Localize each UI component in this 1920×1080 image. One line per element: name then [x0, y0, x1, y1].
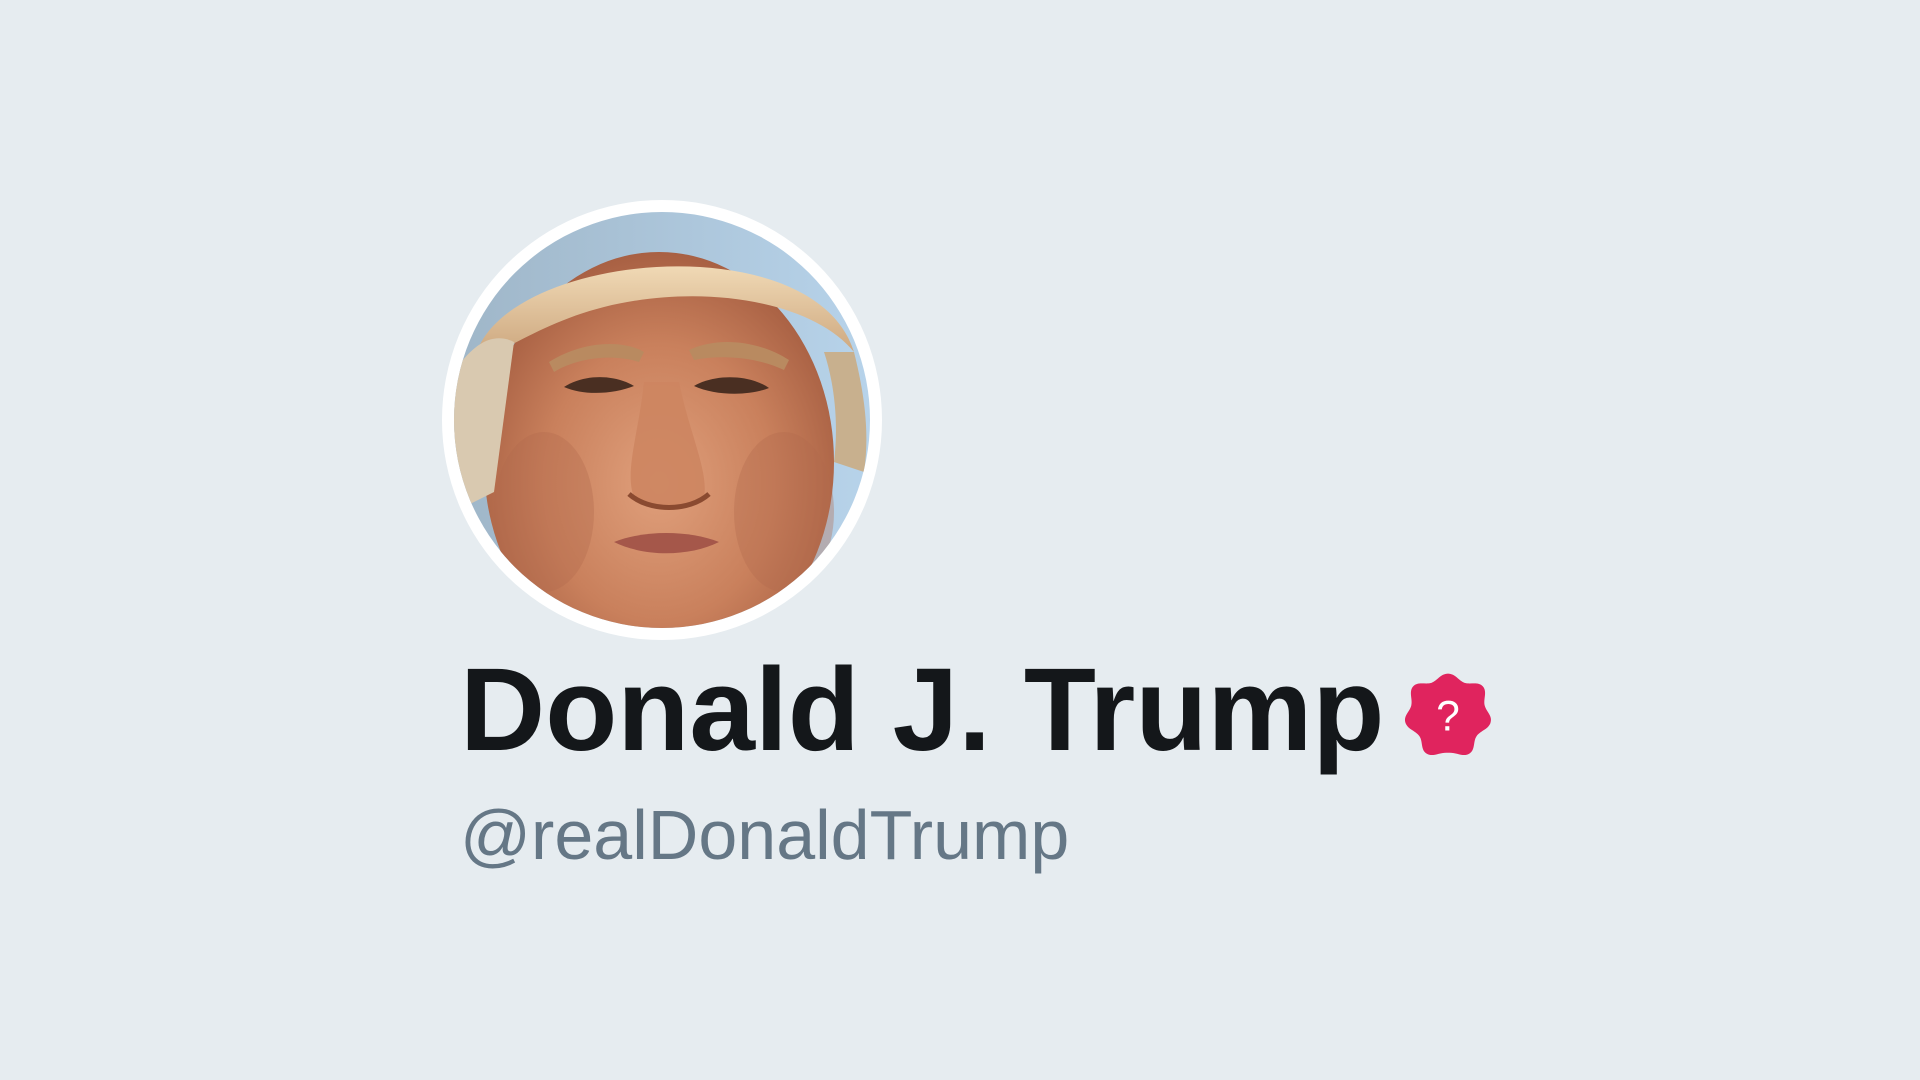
- user-handle[interactable]: @realDonaldTrump: [460, 800, 1069, 870]
- avatar-photo: [454, 212, 870, 628]
- question-badge-icon: ?: [1402, 670, 1494, 762]
- name-row: Donald J. Trump ?: [460, 640, 1494, 780]
- display-name: Donald J. Trump: [460, 644, 1385, 776]
- avatar-ring: [442, 200, 882, 640]
- avatar[interactable]: [454, 212, 870, 628]
- profile-card: Donald J. Trump ? @realDonaldTrump: [0, 0, 1920, 1080]
- badge-glyph: ?: [1437, 693, 1461, 740]
